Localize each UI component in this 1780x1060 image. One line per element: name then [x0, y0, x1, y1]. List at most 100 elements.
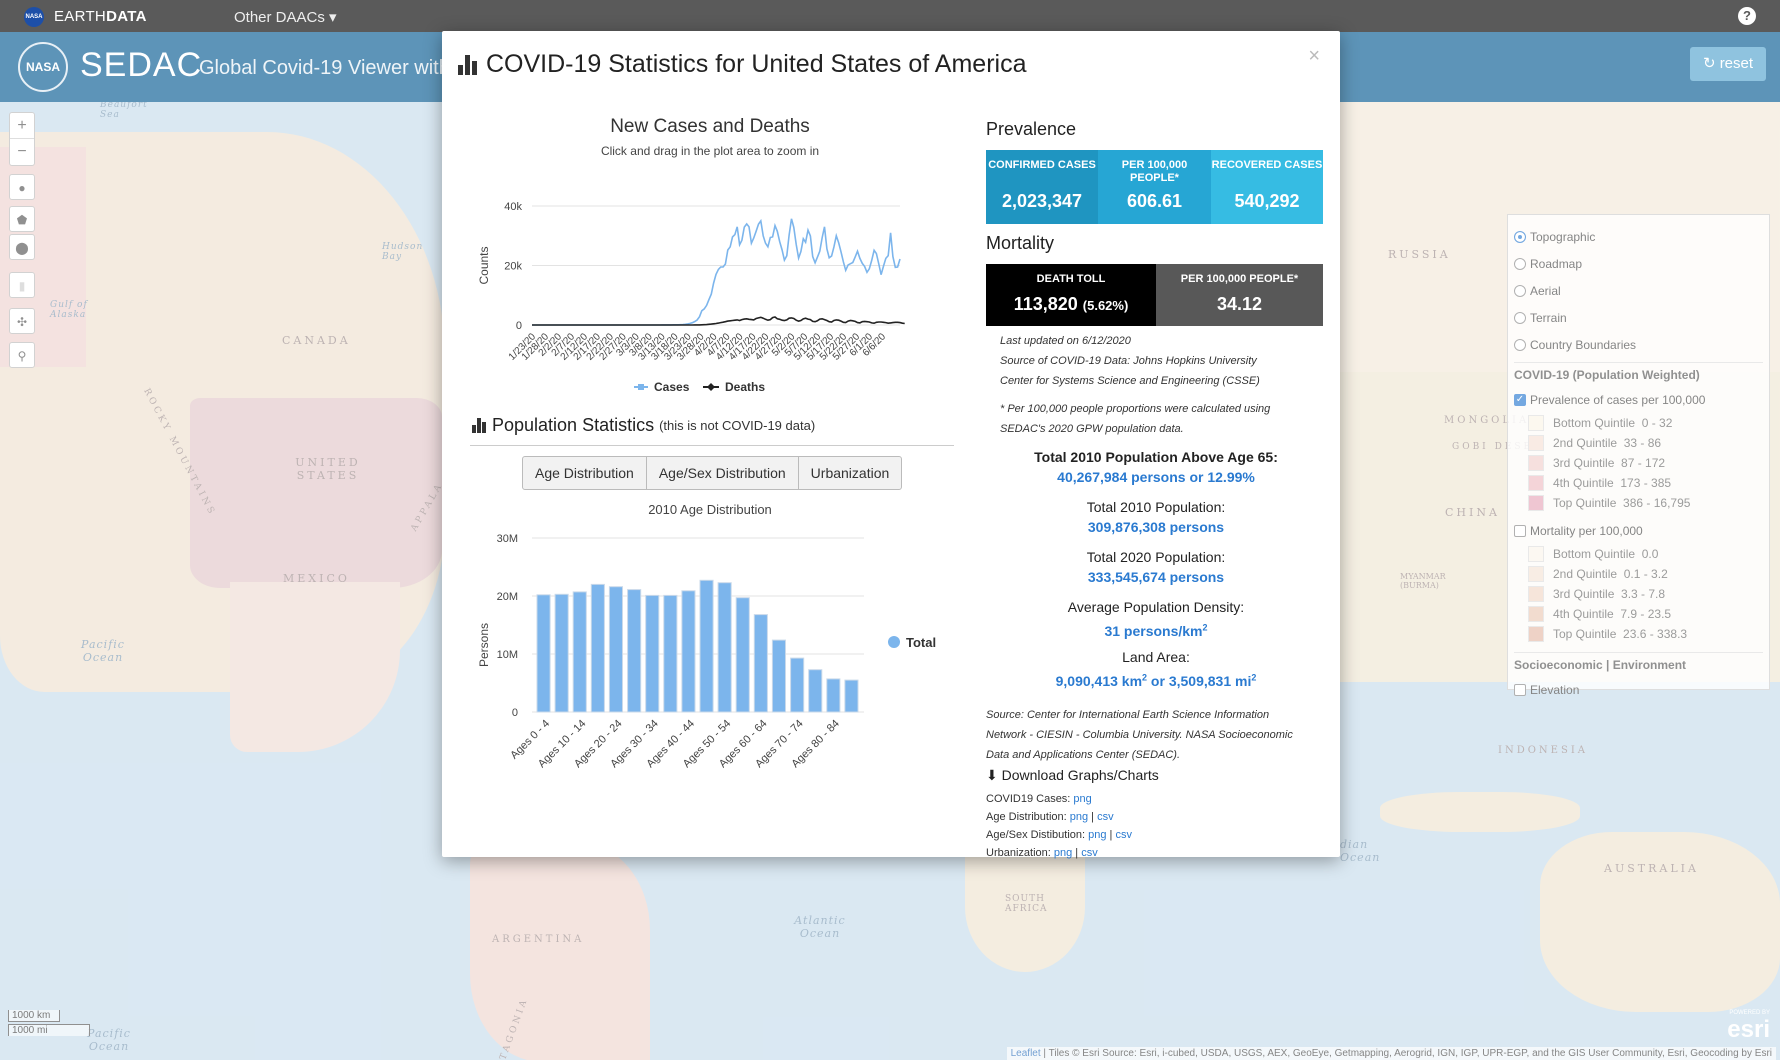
earthdata-logo-earth: EARTH	[54, 8, 107, 25]
land-area-or: or	[1147, 672, 1169, 689]
age-bar[interactable]	[790, 657, 805, 713]
age-bar[interactable]	[681, 590, 696, 713]
prevalence-heading: Prevalence	[986, 119, 1077, 139]
density-stat: Average Population Density: 31 persons/k…	[986, 597, 1326, 641]
download-link[interactable]: csv	[1097, 811, 1114, 823]
age-bar[interactable]	[735, 597, 750, 713]
download-row: Age/Sex Distibution: png | csv	[986, 829, 1132, 841]
legend-deaths-label[interactable]: Deaths	[725, 380, 765, 394]
age-bar[interactable]	[808, 669, 823, 713]
legend-deaths-marker[interactable]	[707, 383, 715, 391]
confirmed-value: 2,023,347	[1001, 191, 1083, 211]
cases-chart-subtitle: Click and drag in the plot area to zoom …	[600, 144, 820, 158]
download-title: Download Graphs/Charts	[1001, 767, 1159, 783]
population-tab[interactable]: Age/Sex Distribution	[647, 457, 799, 489]
covid-statistics-modal: × COVID-19 Statistics for United States …	[442, 31, 1340, 859]
series-line-cases[interactable]	[532, 218, 901, 326]
other-daacs-dropdown[interactable]: Other DAACs ▾	[234, 8, 337, 26]
legend-cases-label[interactable]: Cases	[654, 380, 690, 394]
cases-deaths-chart[interactable]: 40k20k0Counts1/23/201/28/202/2/202/7/202…	[462, 161, 958, 401]
death-toll-label: DEATH TOLL	[1036, 273, 1106, 285]
age-y-tick: 0	[512, 707, 518, 719]
legend-cases-marker[interactable]	[638, 384, 644, 390]
download-row: Age Distribution: png | csv	[986, 811, 1114, 823]
mortality-heading: Mortality	[986, 233, 1055, 253]
death-toll-box: DEATH TOLL 113,820 (5.62%)	[986, 264, 1156, 326]
cases-chart-title: New Cases and Deaths	[610, 116, 810, 137]
earthdata-topbar: NASA EARTHDATA Other DAACs ▾ ?	[0, 0, 1780, 32]
confirmed-cases-box: CONFIRMED CASES 2,023,347	[986, 150, 1098, 224]
age-distribution-chart[interactable]: 30M20M10M0PersonsAges 0 - 4Ages 10 - 14A…	[462, 519, 958, 809]
per100k-note-line1: * Per 100,000 people proportions were ca…	[1000, 403, 1271, 415]
prevalence-per100k-value: 606.61	[1126, 191, 1183, 211]
mortality-per100k-label: PER 100,000 PEOPLE*	[1180, 273, 1299, 285]
age-bar[interactable]	[826, 678, 841, 713]
land-area-mi-sup: 2	[1251, 672, 1257, 682]
mortality-per100k-value: 34.12	[1216, 294, 1263, 314]
download-link[interactable]: png	[1073, 793, 1091, 805]
population-tab[interactable]: Urbanization	[799, 457, 902, 489]
pop2010-label: Total 2010 Population:	[1086, 499, 1226, 515]
download-icon: ⬇	[986, 767, 998, 783]
earthdata-logo[interactable]: EARTHDATA	[54, 8, 147, 25]
earthdata-logo-data: DATA	[106, 8, 147, 25]
recovered-cases-box: RECOVERED CASES 540,292	[1211, 150, 1323, 224]
population-statistics-heading: Population Statistics (this is not COVID…	[472, 415, 815, 436]
per100k-note-line2: SEDAC's 2020 GPW population data.	[1000, 423, 1184, 435]
recovered-value: 540,292	[1234, 191, 1300, 211]
series-line-deaths[interactable]	[532, 316, 905, 326]
app-subtitle: Global Covid-19 Viewer with F	[199, 57, 468, 79]
pop2020-label: Total 2020 Population:	[1086, 549, 1226, 565]
age-bar[interactable]	[717, 582, 732, 713]
cases-y-axis-label: Counts	[477, 246, 491, 284]
close-icon[interactable]: ×	[1308, 45, 1320, 68]
age-legend-marker[interactable]	[888, 636, 900, 648]
mortality-per100k-box: PER 100,000 PEOPLE* 34.12	[1156, 264, 1323, 326]
cases-y-tick: 0	[516, 320, 522, 332]
chart-divider	[470, 445, 954, 446]
nasa-logo[interactable]: NASA	[18, 42, 68, 92]
modal-title-text: COVID-19 Statistics for United States of…	[486, 50, 1027, 78]
confirmed-label: CONFIRMED CASES	[988, 159, 1096, 171]
age-bar[interactable]	[590, 583, 605, 713]
download-link[interactable]: png	[1070, 811, 1088, 823]
population-tab[interactable]: Age Distribution	[523, 457, 647, 489]
age-bar[interactable]	[608, 586, 623, 713]
download-label: Age Distribution:	[986, 811, 1070, 823]
covid-source-line2: Center for Systems Science and Engineeri…	[1000, 375, 1260, 387]
land-area-km: 9,090,413 km	[1055, 672, 1143, 689]
reset-button[interactable]: ↻ reset	[1690, 47, 1766, 81]
prevalence-per100k-label: PER 100,000 PEOPLE*	[1121, 159, 1188, 184]
download-row: Urbanization: png | csv	[986, 847, 1098, 859]
land-area-label: Land Area:	[1122, 649, 1190, 665]
age-bar[interactable]	[627, 589, 642, 713]
age-bar[interactable]	[572, 591, 587, 713]
age-bar[interactable]	[753, 614, 768, 713]
age-bar[interactable]	[699, 579, 714, 713]
download-link[interactable]: png	[1054, 847, 1072, 859]
age-legend-label[interactable]: Total	[906, 635, 936, 650]
death-toll-percent: (5.62%)	[1082, 298, 1129, 313]
help-icon[interactable]: ?	[1738, 7, 1756, 25]
age-bar[interactable]	[844, 679, 859, 713]
population-statistics-title: Population Statistics	[492, 415, 655, 435]
age-bar[interactable]	[771, 639, 786, 713]
death-toll-count: 113,820	[1013, 294, 1078, 314]
age-bar[interactable]	[554, 593, 569, 713]
pop2020-value: 333,545,674 persons	[1087, 569, 1225, 585]
download-link[interactable]: csv	[1115, 829, 1132, 841]
age-y-tick: 30M	[497, 533, 518, 545]
sedac-title[interactable]: SEDAC	[80, 46, 202, 85]
age-chart-title: 2010 Age Distribution	[648, 502, 772, 517]
download-link[interactable]: png	[1088, 829, 1106, 841]
recovered-label: RECOVERED CASES	[1211, 159, 1323, 171]
ciesin-source-line1: Source: Center for International Earth S…	[986, 709, 1270, 721]
nasa-meatball-icon[interactable]: NASA	[24, 7, 44, 27]
age-bar[interactable]	[536, 594, 551, 713]
density-value: 31 persons/km2	[1104, 622, 1207, 639]
age-bar[interactable]	[645, 594, 660, 713]
pop2010-stat: Total 2010 Population: 309,876,308 perso…	[986, 497, 1326, 537]
download-link[interactable]: csv	[1081, 847, 1098, 859]
age-bar[interactable]	[663, 594, 678, 713]
pop2010-value: 309,876,308 persons	[1087, 519, 1225, 535]
